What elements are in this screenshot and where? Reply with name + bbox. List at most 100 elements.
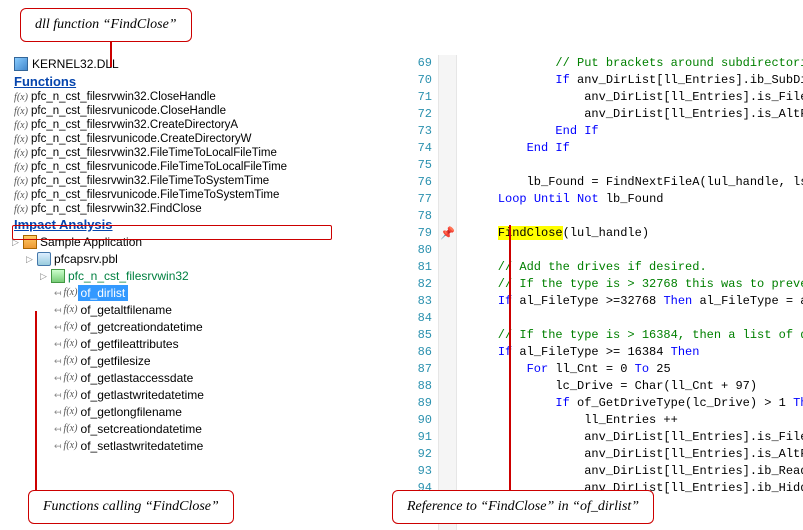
fx-icon	[64, 404, 78, 420]
tree-function-item[interactable]: ↤ of_getfileattributes	[10, 336, 395, 353]
function-item[interactable]: pfc_n_cst_filesrvunicode.CreateDirectory…	[14, 132, 391, 146]
tree-function-item[interactable]: ↤ of_getlastaccessdate	[10, 370, 395, 387]
code-line: End If	[469, 140, 803, 157]
tree-function-item[interactable]: ↤ of_dirlist	[10, 285, 395, 302]
code-line: // Add the drives if desired.	[469, 259, 803, 276]
function-item[interactable]: pfc_n_cst_filesrvunicode.FileTimeToLocal…	[14, 160, 391, 174]
marker-blank	[439, 89, 456, 106]
main-container: KERNEL32.DLL Functions pfc_n_cst_filesrv…	[0, 0, 803, 530]
tree-function-item[interactable]: ↤of_setlastwritedatetime	[10, 438, 395, 455]
left-pane: KERNEL32.DLL Functions pfc_n_cst_filesrv…	[0, 55, 395, 530]
tree-fn-label: of_dirlist	[78, 285, 129, 301]
function-item[interactable]: pfc_n_cst_filesrvwin32.FileTimeToSystemT…	[14, 174, 391, 188]
userobject-icon	[51, 269, 65, 283]
line-number: 72	[395, 106, 432, 123]
ref-arrow-icon: ↤	[54, 404, 62, 420]
code-line: If anv_DirList[ll_Entries].ib_SubDirecto…	[469, 72, 803, 89]
function-item[interactable]: pfc_n_cst_filesrvwin32.FindClose	[14, 202, 391, 216]
ref-arrow-icon: ↤	[54, 336, 62, 352]
tree-fn-label: of_setcreationdatetime	[78, 421, 205, 437]
marker-blank	[439, 395, 456, 412]
impact-tree: ▷ Sample Application ▷ pfcapsrv.pbl ▷ pf…	[0, 233, 395, 455]
code-line: anv_DirList[ll_Entries].is_AltFileName =…	[469, 446, 803, 463]
tree-fn-label: of_getlastwritedatetime	[78, 387, 207, 403]
fx-icon	[64, 387, 78, 403]
tree-function-item[interactable]: ↤of_getlastwritedatetime	[10, 387, 395, 404]
code-line	[469, 208, 803, 225]
code-line: End If	[469, 123, 803, 140]
marker-blank	[439, 72, 456, 89]
marker-margin: 📌	[439, 55, 457, 530]
marker-blank	[439, 55, 456, 72]
line-number: 89	[395, 395, 432, 412]
tree-pbl[interactable]: ▷ pfcapsrv.pbl	[10, 251, 395, 268]
ref-arrow-icon: ↤	[54, 285, 62, 301]
ref-arrow-icon: ↤	[54, 421, 62, 437]
line-number: 88	[395, 378, 432, 395]
marker-blank	[439, 310, 456, 327]
tree-userobject[interactable]: ▷ pfc_n_cst_filesrvwin32	[10, 268, 395, 285]
marker-blank	[439, 412, 456, 429]
fx-icon	[64, 438, 78, 454]
fx-icon	[64, 285, 78, 301]
fx-icon	[14, 190, 28, 201]
line-number: 77	[395, 191, 432, 208]
code-line: For ll_Cnt = 0 To 25	[469, 361, 803, 378]
line-number: 69	[395, 55, 432, 72]
tree-function-item[interactable]: ↤of_getfilesize	[10, 353, 395, 370]
tree-function-item[interactable]: ↤of_getaltfilename	[10, 302, 395, 319]
tree-function-item[interactable]: ↤ of_setcreationdatetime	[10, 421, 395, 438]
code-line: anv_DirList[ll_Entries].is_AltFileName =…	[469, 106, 803, 123]
fx-icon	[14, 148, 28, 159]
marker-blank	[439, 123, 456, 140]
fx-icon	[64, 302, 78, 318]
fx-icon	[14, 120, 28, 131]
dll-header: KERNEL32.DLL	[0, 55, 395, 73]
marker-blank	[439, 327, 456, 344]
function-item[interactable]: pfc_n_cst_filesrvwin32.CloseHandle	[14, 90, 391, 104]
fx-icon	[14, 162, 28, 173]
line-number-gutter: 6970717273747576777879808182838485868788…	[395, 55, 439, 530]
tree-function-item[interactable]: ↤of_getcreationdatetime	[10, 319, 395, 336]
line-number: 87	[395, 361, 432, 378]
tree-fn-label: of_getfileattributes	[78, 336, 182, 352]
line-number: 70	[395, 72, 432, 89]
code-line: // If the type is > 32768 this was to pr…	[469, 276, 803, 293]
code-line: Loop Until Not lb_Found	[469, 191, 803, 208]
function-item[interactable]: pfc_n_cst_filesrvwin32.CreateDirectoryA	[14, 118, 391, 132]
callout-functions-calling: Functions calling “FindClose”	[28, 490, 234, 524]
ref-arrow-icon: ↤	[54, 319, 62, 335]
marker-blank	[439, 293, 456, 310]
line-number: 85	[395, 327, 432, 344]
code-pane: 6970717273747576777879808182838485868788…	[395, 55, 803, 530]
expander-icon[interactable]: ▷	[38, 271, 49, 282]
callout-dll-function: dll function “FindClose”	[20, 8, 192, 42]
fx-icon	[64, 370, 78, 386]
tree-fn-label: of_getlastaccessdate	[78, 370, 197, 386]
marker-blank	[439, 259, 456, 276]
fx-icon	[14, 92, 28, 103]
function-item[interactable]: pfc_n_cst_filesrvunicode.CloseHandle	[14, 104, 391, 118]
ref-arrow-icon: ↤	[54, 302, 62, 318]
function-item[interactable]: pfc_n_cst_filesrvunicode.FileTimeToSyste…	[14, 188, 391, 202]
marker-blank	[439, 208, 456, 225]
line-number: 86	[395, 344, 432, 361]
tree-function-item[interactable]: ↤of_getlongfilename	[10, 404, 395, 421]
line-number: 93	[395, 463, 432, 480]
code-line: lc_Drive = Char(ll_Cnt + 97)	[469, 378, 803, 395]
fx-icon	[64, 319, 78, 335]
code-line: // If the type is > 16384, then a list o…	[469, 327, 803, 344]
ref-arrow-icon: ↤	[54, 370, 62, 386]
expander-icon[interactable]: ▷	[24, 254, 35, 265]
line-number: 75	[395, 157, 432, 174]
line-number: 83	[395, 293, 432, 310]
marker-blank	[439, 344, 456, 361]
functions-heading[interactable]: Functions	[0, 73, 395, 90]
line-number: 74	[395, 140, 432, 157]
ref-arrow-icon: ↤	[54, 438, 62, 454]
function-item[interactable]: pfc_n_cst_filesrvwin32.FileTimeToLocalFi…	[14, 146, 391, 160]
code-line: anv_DirList[ll_Entries].is_FileName = "[…	[469, 89, 803, 106]
marker-blank	[439, 361, 456, 378]
marker-blank	[439, 446, 456, 463]
fx-icon	[14, 204, 28, 215]
